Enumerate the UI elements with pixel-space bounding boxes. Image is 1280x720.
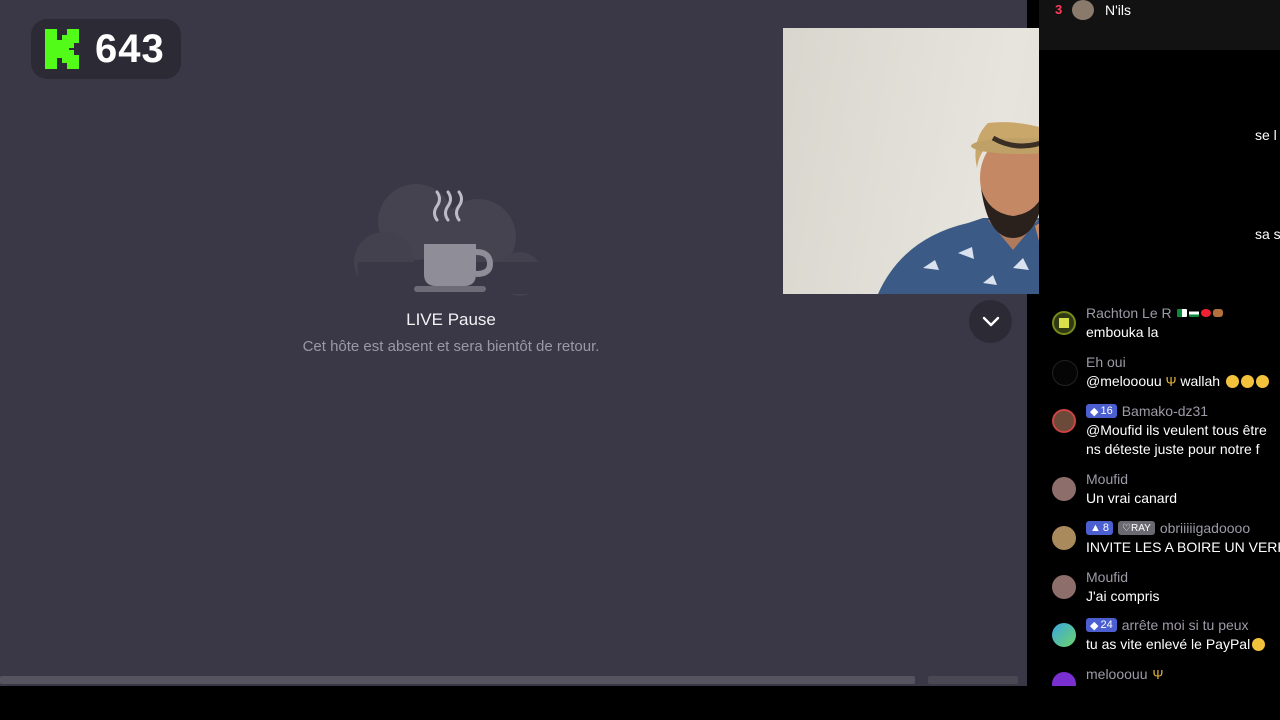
level-badge: ◆ 24: [1086, 618, 1117, 632]
chat-message-text: J'ai compris: [1086, 588, 1160, 604]
laughing-emoji-icon: [1255, 375, 1269, 388]
flag-icon: [1176, 309, 1223, 317]
chat-panel: 3 N'ils se l sa sv Rachton Le R embouka …: [1039, 0, 1280, 686]
diamond-icon: ◆: [1090, 619, 1099, 632]
pause-subtitle: Cet hôte est absent et sera bientôt de r…: [302, 338, 600, 355]
avatar[interactable]: [1072, 0, 1094, 20]
ray-badge: ♡ RAY: [1118, 521, 1155, 535]
viewer-count: 643: [95, 26, 165, 71]
avatar[interactable]: [1052, 360, 1078, 386]
collapse-button[interactable]: [969, 300, 1012, 343]
viewer-count-badge: 643: [31, 19, 181, 79]
chat-message-text: @Moufid ils veulent tous être: [1086, 422, 1267, 438]
chat-message[interactable]: Moufid J'ai compris: [1039, 568, 1280, 612]
avatar[interactable]: [1052, 575, 1076, 599]
avatar[interactable]: [1052, 311, 1076, 335]
diamond-icon: ◆: [1090, 405, 1099, 418]
chat-message-text: @melooouu Ψ wallah: [1086, 373, 1269, 389]
rank-username[interactable]: N'ils: [1105, 2, 1131, 18]
chat-message[interactable]: Moufid Un vrai canard: [1039, 470, 1280, 514]
chat-username[interactable]: melooouu: [1086, 666, 1148, 682]
trident-icon: Ψ: [1165, 374, 1177, 389]
kick-logo-icon: [45, 29, 79, 69]
avatar[interactable]: [1052, 526, 1076, 550]
chevron-down-icon: [982, 316, 999, 326]
smile-emoji-icon: [1252, 638, 1266, 651]
avatar[interactable]: [1052, 477, 1076, 501]
avatar[interactable]: [1052, 672, 1076, 686]
chat-username[interactable]: Eh oui: [1086, 354, 1126, 370]
chat-username[interactable]: obriiiiigadoooo: [1160, 520, 1250, 536]
trident-icon: Ψ: [1152, 666, 1164, 682]
chat-username[interactable]: arrête moi si tu peux: [1122, 617, 1249, 633]
laughing-emoji-icon: [1240, 375, 1254, 388]
level-badge: ◆ 16: [1086, 404, 1117, 418]
chat-message[interactable]: ◆ 16 Bamako-dz31 @Moufid ils veulent tous…: [1039, 402, 1280, 464]
laughing-emoji-icon: [1225, 375, 1239, 388]
chat-message[interactable]: ◆ 24 arrête moi si tu peux tu as vite enl…: [1039, 616, 1280, 660]
partial-message-text: se l: [1255, 127, 1277, 143]
top-gifter-bar: 3 N'ils: [1039, 0, 1280, 50]
chat-message-text: INVITE LES A BOIRE UN VERR: [1086, 539, 1280, 555]
avatar[interactable]: [1052, 409, 1076, 433]
pause-title: LIVE Pause: [406, 310, 496, 329]
coffee-cup-icon: [354, 184, 543, 296]
shield-icon: ♡: [1122, 522, 1131, 534]
progress-bar[interactable]: [0, 676, 915, 684]
triangle-icon: ▲: [1090, 522, 1101, 534]
chat-message-text: embouka la: [1086, 324, 1159, 340]
chat-message-text: tu as vite enlevé le PayPal: [1086, 636, 1266, 652]
avatar[interactable]: [1052, 623, 1076, 647]
chat-message-text: Un vrai canard: [1086, 490, 1178, 506]
emblem-icon: [1059, 318, 1069, 328]
chat-message[interactable]: ▲ 8 ♡ RAY obriiiiigadoooo INVITE LES A BOI…: [1039, 519, 1280, 563]
chat-message[interactable]: Eh oui @melooouu Ψ wallah: [1039, 353, 1280, 397]
rank-number: 3: [1055, 2, 1063, 17]
chat-username[interactable]: Moufid: [1086, 569, 1128, 585]
partial-message-text: sa sv: [1255, 226, 1280, 242]
progress-bar-segment[interactable]: [928, 676, 1018, 684]
level-badge: ▲ 8: [1086, 521, 1114, 535]
chat-username[interactable]: Moufid: [1086, 471, 1128, 487]
chat-message[interactable]: Rachton Le R embouka la: [1039, 304, 1280, 348]
chat-message-text: ns déteste juste pour notre f: [1086, 441, 1260, 457]
chat-message[interactable]: melooouu Ψ: [1039, 665, 1280, 686]
chat-username[interactable]: Bamako-dz31: [1122, 403, 1208, 419]
chat-username[interactable]: Rachton Le R: [1086, 305, 1172, 321]
